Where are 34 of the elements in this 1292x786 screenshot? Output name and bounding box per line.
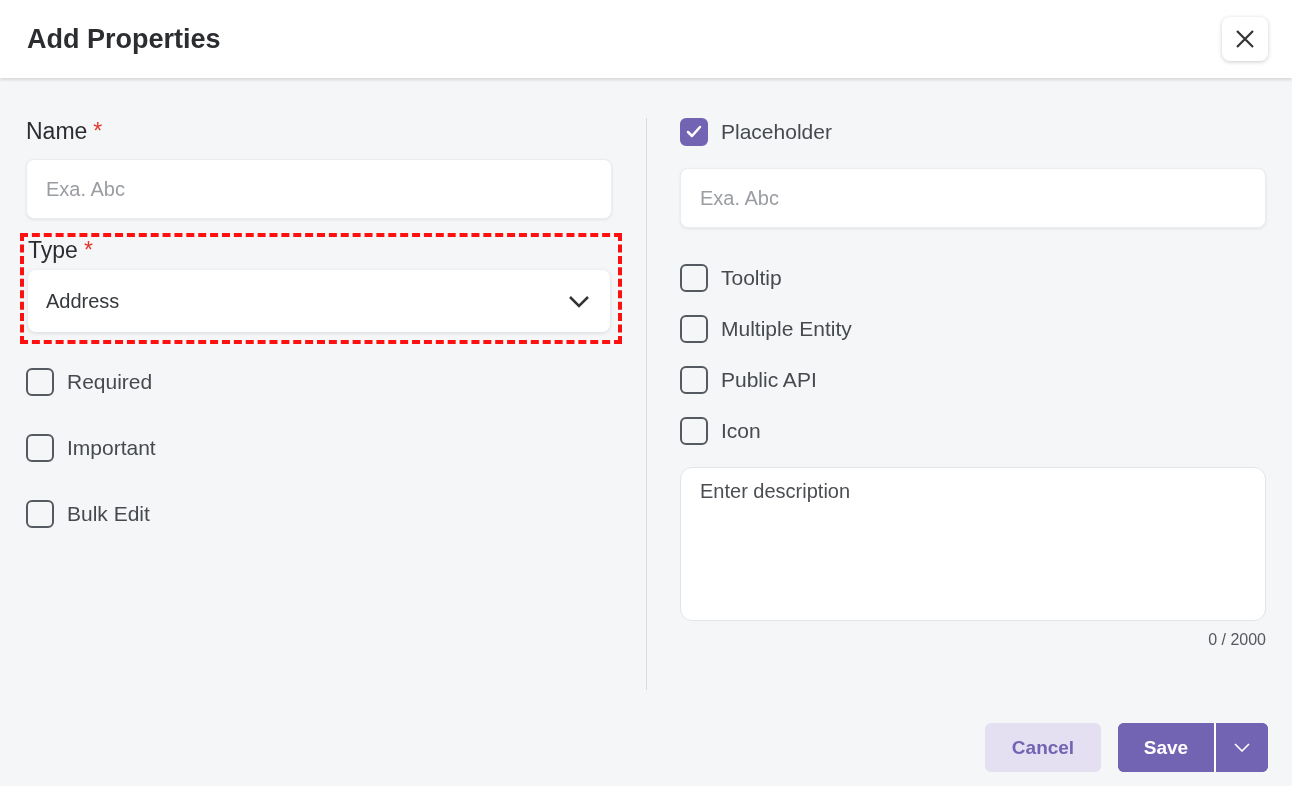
character-counter: 0 / 2000: [1208, 631, 1266, 649]
close-button[interactable]: [1222, 17, 1268, 61]
checkbox[interactable]: [680, 366, 708, 394]
checkbox[interactable]: [680, 118, 708, 146]
type-dropdown[interactable]: Address: [28, 270, 610, 332]
name-field[interactable]: Exa. Abc: [26, 159, 612, 219]
required-mark: *: [83, 237, 93, 264]
checkbox-label: Icon: [721, 419, 761, 443]
dialog-title: Add Properties: [27, 23, 221, 55]
checkbox[interactable]: [26, 500, 54, 528]
checkbox[interactable]: [680, 315, 708, 343]
checkbox-label: Tooltip: [721, 266, 782, 290]
checkbox-label: Bulk Edit: [67, 502, 150, 526]
checkbox-label: Placeholder: [721, 120, 832, 144]
checkbox[interactable]: [26, 434, 54, 462]
save-options-button[interactable]: [1214, 723, 1268, 772]
check-icon: [686, 125, 702, 139]
checkbox-label: Public API: [721, 368, 817, 392]
chevron-down-icon: [568, 294, 590, 308]
close-icon: [1235, 29, 1255, 49]
field-label: Name: [26, 118, 88, 145]
checkbox-label: Required: [67, 370, 153, 394]
dropdown-value: Address: [46, 289, 120, 313]
field-label: Type: [28, 237, 78, 264]
checkbox[interactable]: [680, 264, 708, 292]
description-field[interactable]: Enter description: [680, 467, 1266, 621]
checkbox-label: Important: [67, 436, 156, 460]
checkbox[interactable]: [680, 417, 708, 445]
checkbox[interactable]: [26, 368, 54, 396]
placeholder-field[interactable]: Exa. Abc: [680, 168, 1266, 228]
required-mark: *: [93, 118, 103, 145]
chevron-down-icon: [1234, 743, 1250, 752]
cancel-button[interactable]: Cancel: [985, 723, 1101, 772]
checkbox-label: Multiple Entity: [721, 317, 852, 341]
